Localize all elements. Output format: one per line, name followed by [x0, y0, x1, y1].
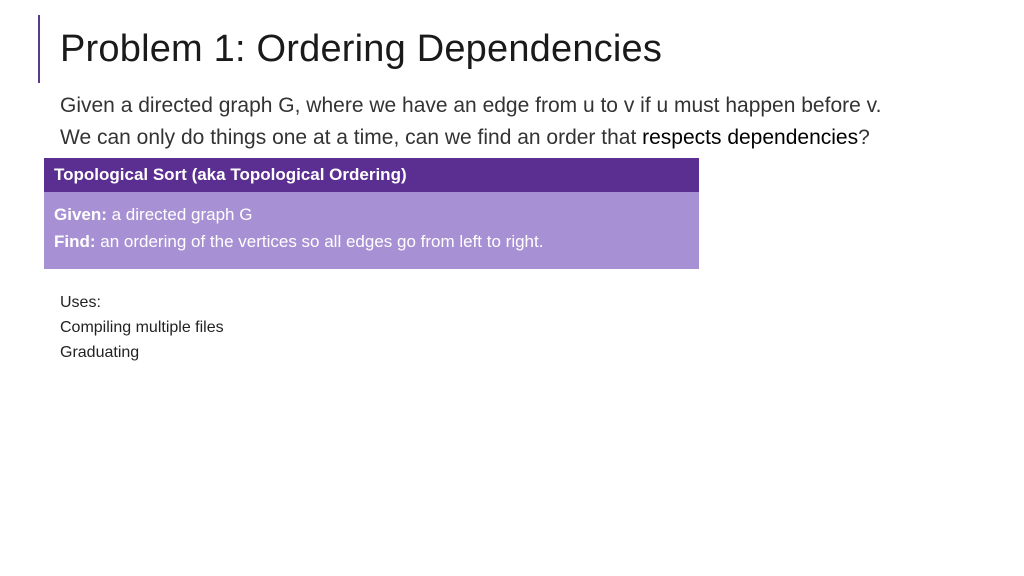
paragraph-2-emphasis: respects dependencies: [642, 126, 858, 149]
definition-header: Topological Sort (aka Topological Orderi…: [44, 158, 699, 192]
uses-heading: Uses:: [60, 291, 974, 316]
paragraph-2-part-c: ?: [858, 126, 870, 149]
uses-item-2: Graduating: [60, 341, 974, 366]
definition-find: Find: an ordering of the vertices so all…: [54, 229, 689, 255]
slide-title: Problem 1: Ordering Dependencies: [60, 28, 974, 71]
paragraph-2-part-a: We can only do things one at a time, can…: [60, 126, 642, 149]
paragraph-1: Given a directed graph G, where we have …: [60, 93, 974, 119]
definition-body: Given: a directed graph G Find: an order…: [44, 192, 699, 269]
uses-block: Uses: Compiling multiple files Graduatin…: [60, 291, 974, 365]
given-label: Given:: [54, 205, 107, 224]
paragraph-2: We can only do things one at a time, can…: [60, 125, 974, 151]
accent-rule: [38, 15, 40, 83]
uses-item-1: Compiling multiple files: [60, 316, 974, 341]
find-label: Find:: [54, 232, 96, 251]
given-text: a directed graph G: [107, 205, 253, 224]
find-text: an ordering of the vertices so all edges…: [96, 232, 544, 251]
definition-box: Topological Sort (aka Topological Orderi…: [44, 158, 699, 269]
definition-given: Given: a directed graph G: [54, 202, 689, 228]
